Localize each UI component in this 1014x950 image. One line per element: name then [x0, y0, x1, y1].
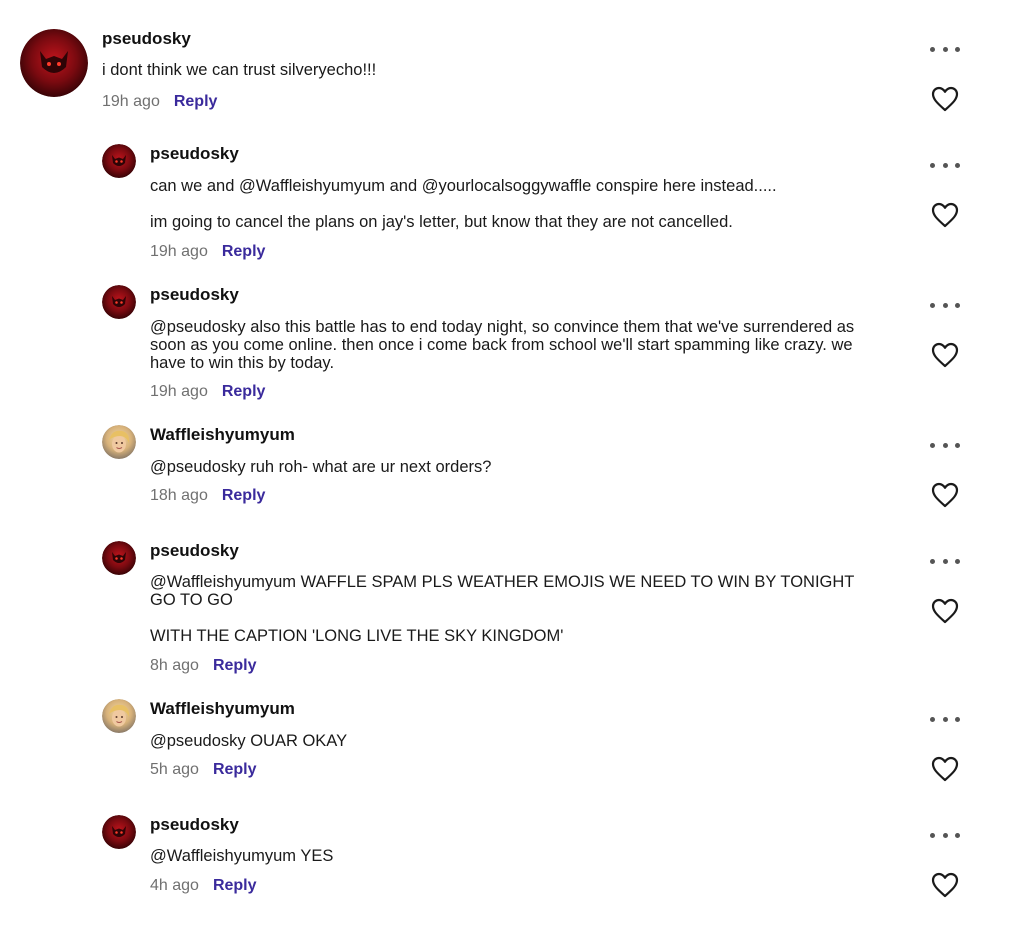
- avatar[interactable]: [102, 144, 136, 178]
- more-options-icon[interactable]: [930, 155, 960, 175]
- reply-button[interactable]: Reply: [222, 487, 266, 504]
- comment-paragraph: @pseudosky also this battle has to end t…: [150, 318, 855, 372]
- heart-icon[interactable]: [930, 597, 960, 625]
- avatar[interactable]: [102, 815, 136, 849]
- more-options-icon[interactable]: [930, 295, 960, 315]
- heart-icon[interactable]: [930, 201, 960, 229]
- comment-timestamp: 8h ago: [150, 657, 199, 674]
- comment-text: @pseudosky also this battle has to end t…: [150, 318, 875, 372]
- comment-username[interactable]: pseudosky: [150, 815, 239, 835]
- reply-button[interactable]: Reply: [213, 761, 257, 778]
- comment-timestamp: 19h ago: [150, 383, 208, 400]
- comment: pseudosky i dont think we can trust silv…: [0, 0, 1014, 135]
- comment-text: i dont think we can trust silveryecho!!!: [102, 61, 827, 79]
- comment-timestamp: 18h ago: [150, 487, 208, 504]
- heart-icon[interactable]: [930, 481, 960, 509]
- more-options-icon[interactable]: [930, 551, 960, 571]
- avatar[interactable]: [102, 285, 136, 319]
- comment-text: can we and @Waffleishyumyum and @yourloc…: [150, 177, 875, 231]
- more-options-icon[interactable]: [930, 709, 960, 729]
- comment-paragraph: im going to cancel the plans on jay's le…: [150, 213, 733, 231]
- comment-timestamp: 19h ago: [102, 93, 160, 110]
- comment-text: @pseudosky ruh roh- what are ur next ord…: [150, 458, 875, 476]
- comment-meta: 5h ago Reply: [150, 760, 257, 780]
- heart-icon[interactable]: [930, 85, 960, 113]
- comment-meta: 19h ago Reply: [150, 242, 265, 262]
- comment-paragraph: WITH THE CAPTION 'LONG LIVE THE SKY KING…: [150, 627, 564, 645]
- comment: pseudosky @pseudosky also this battle ha…: [0, 281, 1014, 411]
- comment-timestamp: 5h ago: [150, 761, 199, 778]
- avatar[interactable]: [102, 425, 136, 459]
- more-options-icon[interactable]: [930, 825, 960, 845]
- avatar[interactable]: [20, 29, 88, 97]
- comment-meta: 19h ago Reply: [150, 382, 265, 402]
- comment-paragraph: @Waffleishyumyum YES: [150, 847, 334, 865]
- comment: pseudosky @Waffleishyumyum WAFFLE SPAM P…: [0, 537, 1014, 687]
- comment-paragraph: i dont think we can trust silveryecho!!!: [102, 61, 377, 79]
- comment-meta: 19h ago Reply: [102, 92, 217, 112]
- reply-button[interactable]: Reply: [222, 243, 266, 260]
- avatar[interactable]: [102, 699, 136, 733]
- comment-timestamp: 19h ago: [150, 243, 208, 260]
- comment: Waffleishyumyum @pseudosky OUAR OKAY 5h …: [0, 695, 1014, 805]
- comment-username[interactable]: Waffleishyumyum: [150, 425, 295, 445]
- avatar[interactable]: [102, 541, 136, 575]
- comment-meta: 18h ago Reply: [150, 486, 265, 506]
- comment-username[interactable]: pseudosky: [150, 541, 239, 561]
- reply-button[interactable]: Reply: [213, 877, 257, 894]
- comment-paragraph: @pseudosky ruh roh- what are ur next ord…: [150, 458, 492, 476]
- reply-button[interactable]: Reply: [222, 383, 266, 400]
- comment-paragraph: can we and @Waffleishyumyum and @yourloc…: [150, 177, 777, 195]
- comment-meta: 4h ago Reply: [150, 876, 257, 896]
- comment-username[interactable]: pseudosky: [150, 285, 239, 305]
- heart-icon[interactable]: [930, 341, 960, 369]
- reply-button[interactable]: Reply: [174, 93, 218, 110]
- comment-text: @Waffleishyumyum WAFFLE SPAM PLS WEATHER…: [150, 573, 875, 645]
- more-options-icon[interactable]: [930, 39, 960, 59]
- more-options-icon[interactable]: [930, 435, 960, 455]
- reply-button[interactable]: Reply: [213, 657, 257, 674]
- comment-username[interactable]: pseudosky: [150, 144, 239, 164]
- comment: Waffleishyumyum @pseudosky ruh roh- what…: [0, 421, 1014, 531]
- comment: pseudosky can we and @Waffleishyumyum an…: [0, 140, 1014, 270]
- heart-icon[interactable]: [930, 755, 960, 783]
- comment-text: @Waffleishyumyum YES: [150, 847, 875, 865]
- comment-timestamp: 4h ago: [150, 877, 199, 894]
- comment: pseudosky @Waffleishyumyum YES 4h ago Rep…: [0, 811, 1014, 921]
- comment-username[interactable]: pseudosky: [102, 29, 191, 49]
- comment-text: @pseudosky OUAR OKAY: [150, 732, 875, 750]
- comment-meta: 8h ago Reply: [150, 656, 257, 676]
- comment-username[interactable]: Waffleishyumyum: [150, 699, 295, 719]
- comment-paragraph: @pseudosky OUAR OKAY: [150, 732, 348, 750]
- comment-paragraph: @Waffleishyumyum WAFFLE SPAM PLS WEATHER…: [150, 573, 855, 609]
- heart-icon[interactable]: [930, 871, 960, 899]
